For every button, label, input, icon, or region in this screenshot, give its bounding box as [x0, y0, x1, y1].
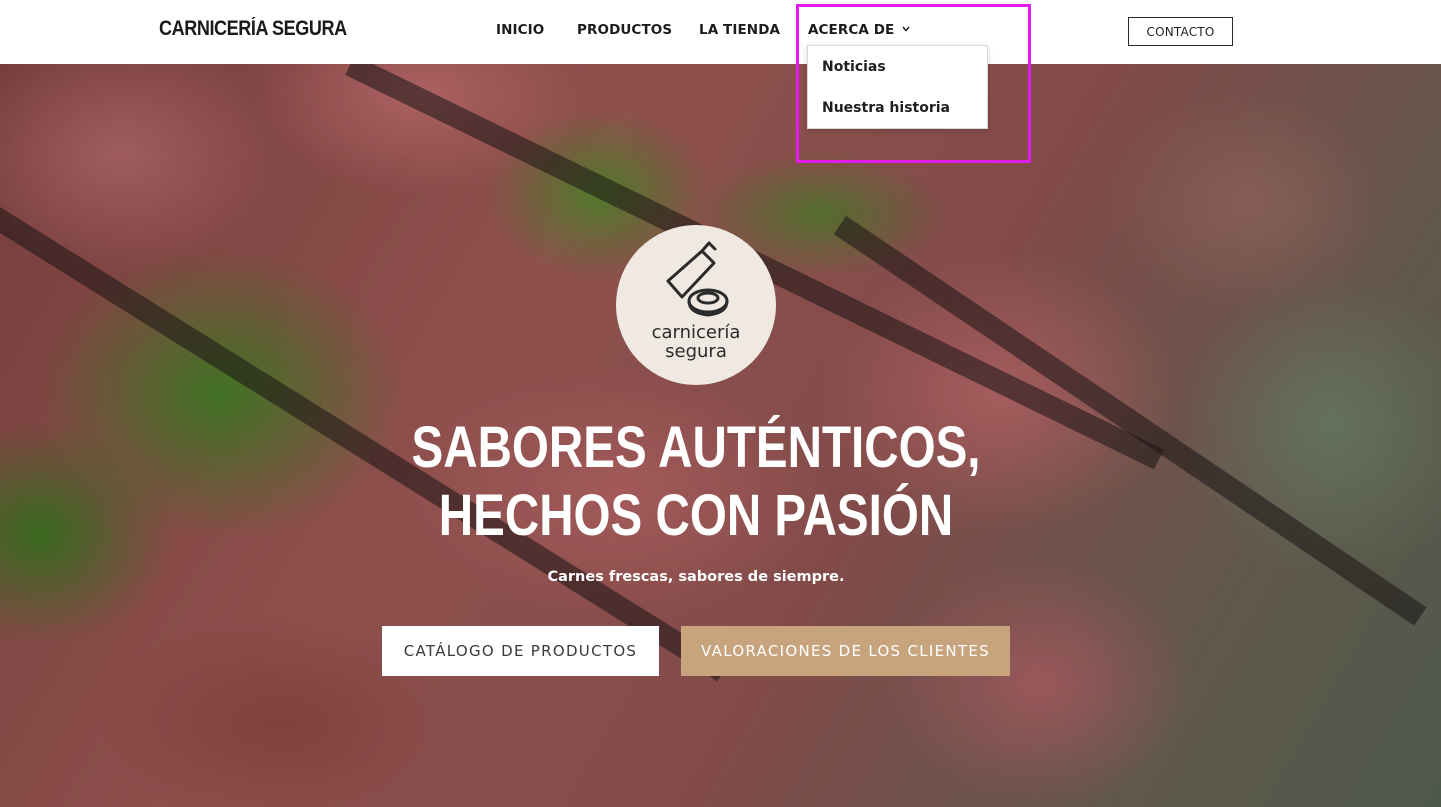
chevron-down-icon [902, 26, 910, 32]
hero-section: carnicería segura SABORES AUTÉNTICOS, HE… [0, 64, 1441, 807]
nav-label: ACERCA DE [808, 22, 895, 38]
contact-button[interactable]: CONTACTO [1128, 17, 1233, 46]
acerca-de-dropdown: Noticias Nuestra historia [807, 45, 988, 129]
logo-text-line1: carnicería [651, 322, 741, 343]
logo-text-line2: segura [665, 341, 727, 362]
reviews-button[interactable]: VALORACIONES DE LOS CLIENTES [681, 626, 1010, 676]
hero-headline-line2: HECHOS CON PASIÓN [438, 483, 954, 548]
nav-item-acerca-de[interactable]: ACERCA DE [808, 22, 910, 38]
hero-headline-line1: SABORES AUTÉNTICOS, [411, 415, 981, 480]
site-header: CARNICERÍA SEGURA INICIO PRODUCTOS LA TI… [0, 0, 1441, 64]
hero-subtitle: Carnes frescas, sabores de siempre. [547, 569, 845, 585]
nav-item-la-tienda[interactable]: LA TIENDA [699, 22, 780, 38]
brand-logo: carnicería segura [616, 225, 776, 385]
brand-name[interactable]: CARNICERÍA SEGURA [159, 17, 347, 41]
nav-label: INICIO [496, 22, 545, 38]
nav-label: PRODUCTOS [577, 22, 673, 38]
catalog-button[interactable]: CATÁLOGO DE PRODUCTOS [382, 626, 659, 676]
dropdown-item-noticias[interactable]: Noticias [822, 59, 886, 75]
dropdown-item-nuestra-historia[interactable]: Nuestra historia [822, 100, 950, 116]
nav-item-productos[interactable]: PRODUCTOS [577, 22, 672, 38]
nav-label: LA TIENDA [699, 22, 781, 38]
nav-item-inicio[interactable]: INICIO [496, 22, 544, 38]
